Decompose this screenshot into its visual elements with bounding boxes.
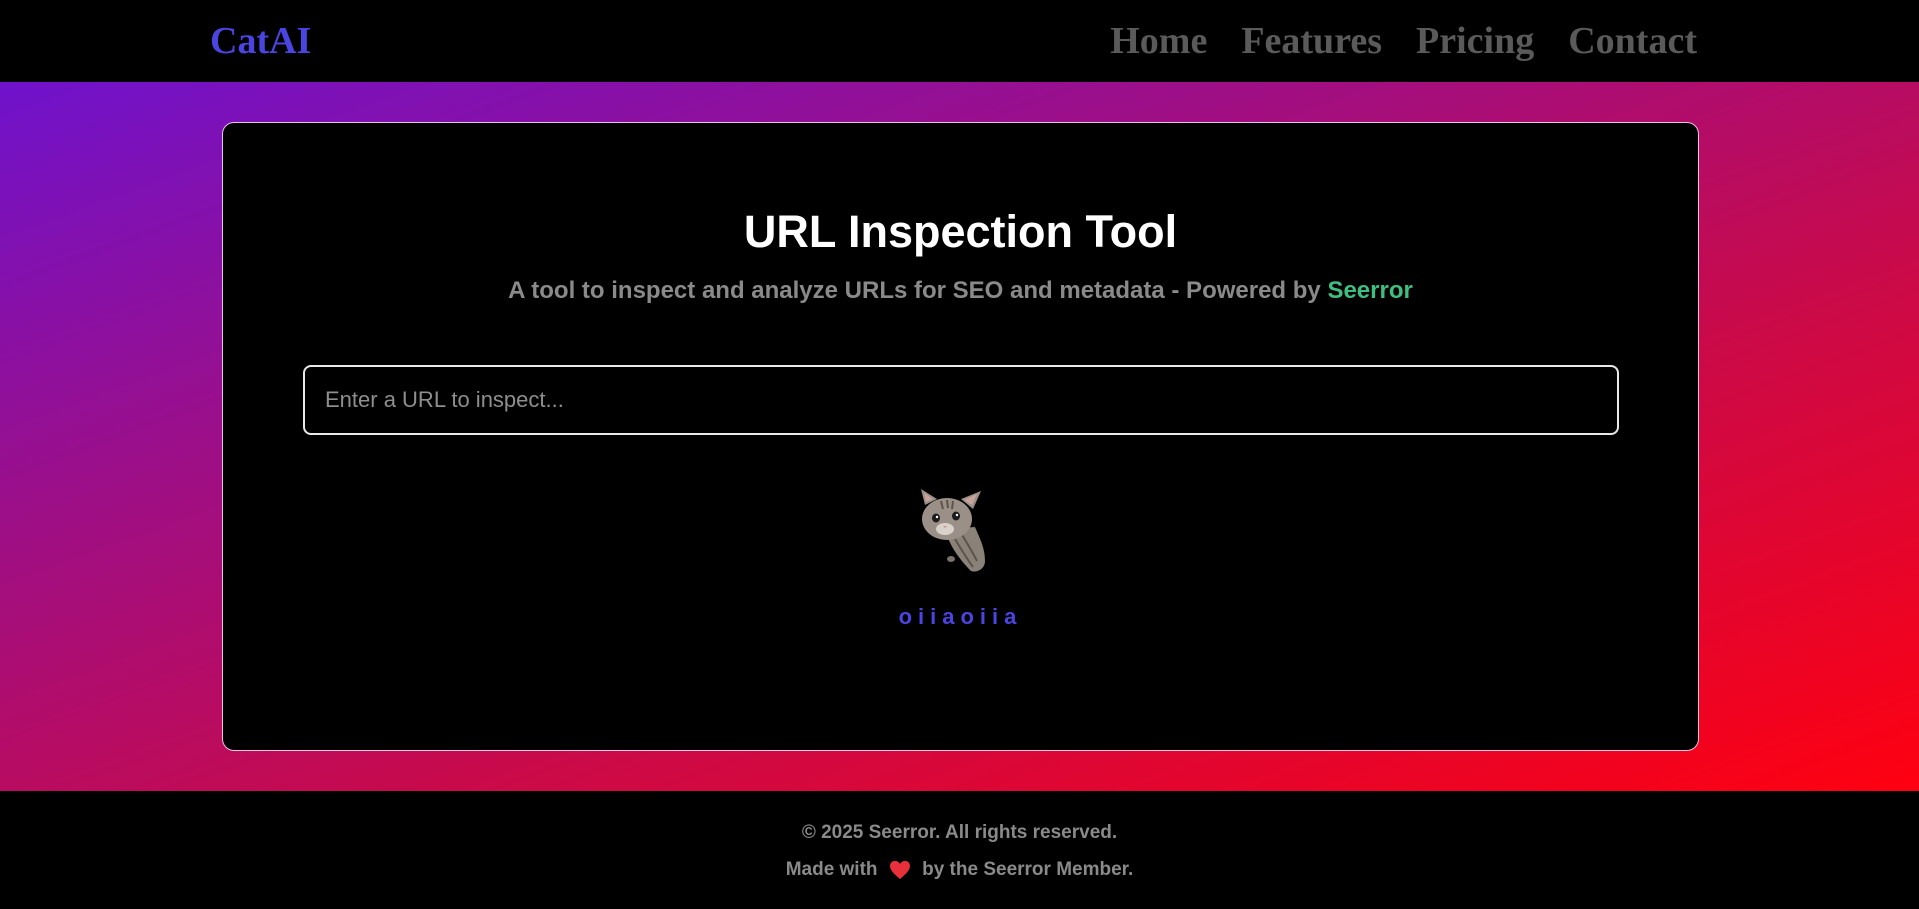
heart-icon xyxy=(889,860,910,880)
cat-image xyxy=(921,489,985,572)
footer: © 2025 Seerror. All rights reserved. Mad… xyxy=(0,791,1919,909)
brand-logo[interactable]: CatAI xyxy=(210,18,311,64)
nav-link-contact[interactable]: Contact xyxy=(1568,18,1697,64)
hero-section: URL Inspection Tool A tool to inspect an… xyxy=(0,82,1919,791)
made-with-suffix: by the Seerror Member. xyxy=(922,859,1134,880)
page-title: URL Inspection Tool xyxy=(743,206,1178,257)
page-subtitle: A tool to inspect and analyze URLs for S… xyxy=(223,276,1698,306)
made-with-line: Made with by the Seerror Member. xyxy=(0,858,1919,882)
copyright-text: © 2025 Seerror. All rights reserved. xyxy=(801,822,1118,843)
nav-link-home[interactable]: Home xyxy=(1110,18,1207,64)
navbar: CatAI Home Features Pricing Contact xyxy=(0,0,1919,82)
inspection-card: URL Inspection Tool A tool to inspect an… xyxy=(222,122,1699,751)
cat-label: oiiaoiia xyxy=(898,604,1023,629)
seerror-link[interactable]: Seerror xyxy=(1327,277,1412,304)
url-input[interactable] xyxy=(303,365,1619,435)
nav-link-pricing[interactable]: Pricing xyxy=(1416,18,1534,64)
nav-link-features[interactable]: Features xyxy=(1241,18,1382,64)
made-with-prefix: Made with xyxy=(785,859,878,880)
nav-links: Home Features Pricing Contact xyxy=(1110,18,1697,64)
subtitle-text: A tool to inspect and analyze URLs for S… xyxy=(508,277,1328,304)
